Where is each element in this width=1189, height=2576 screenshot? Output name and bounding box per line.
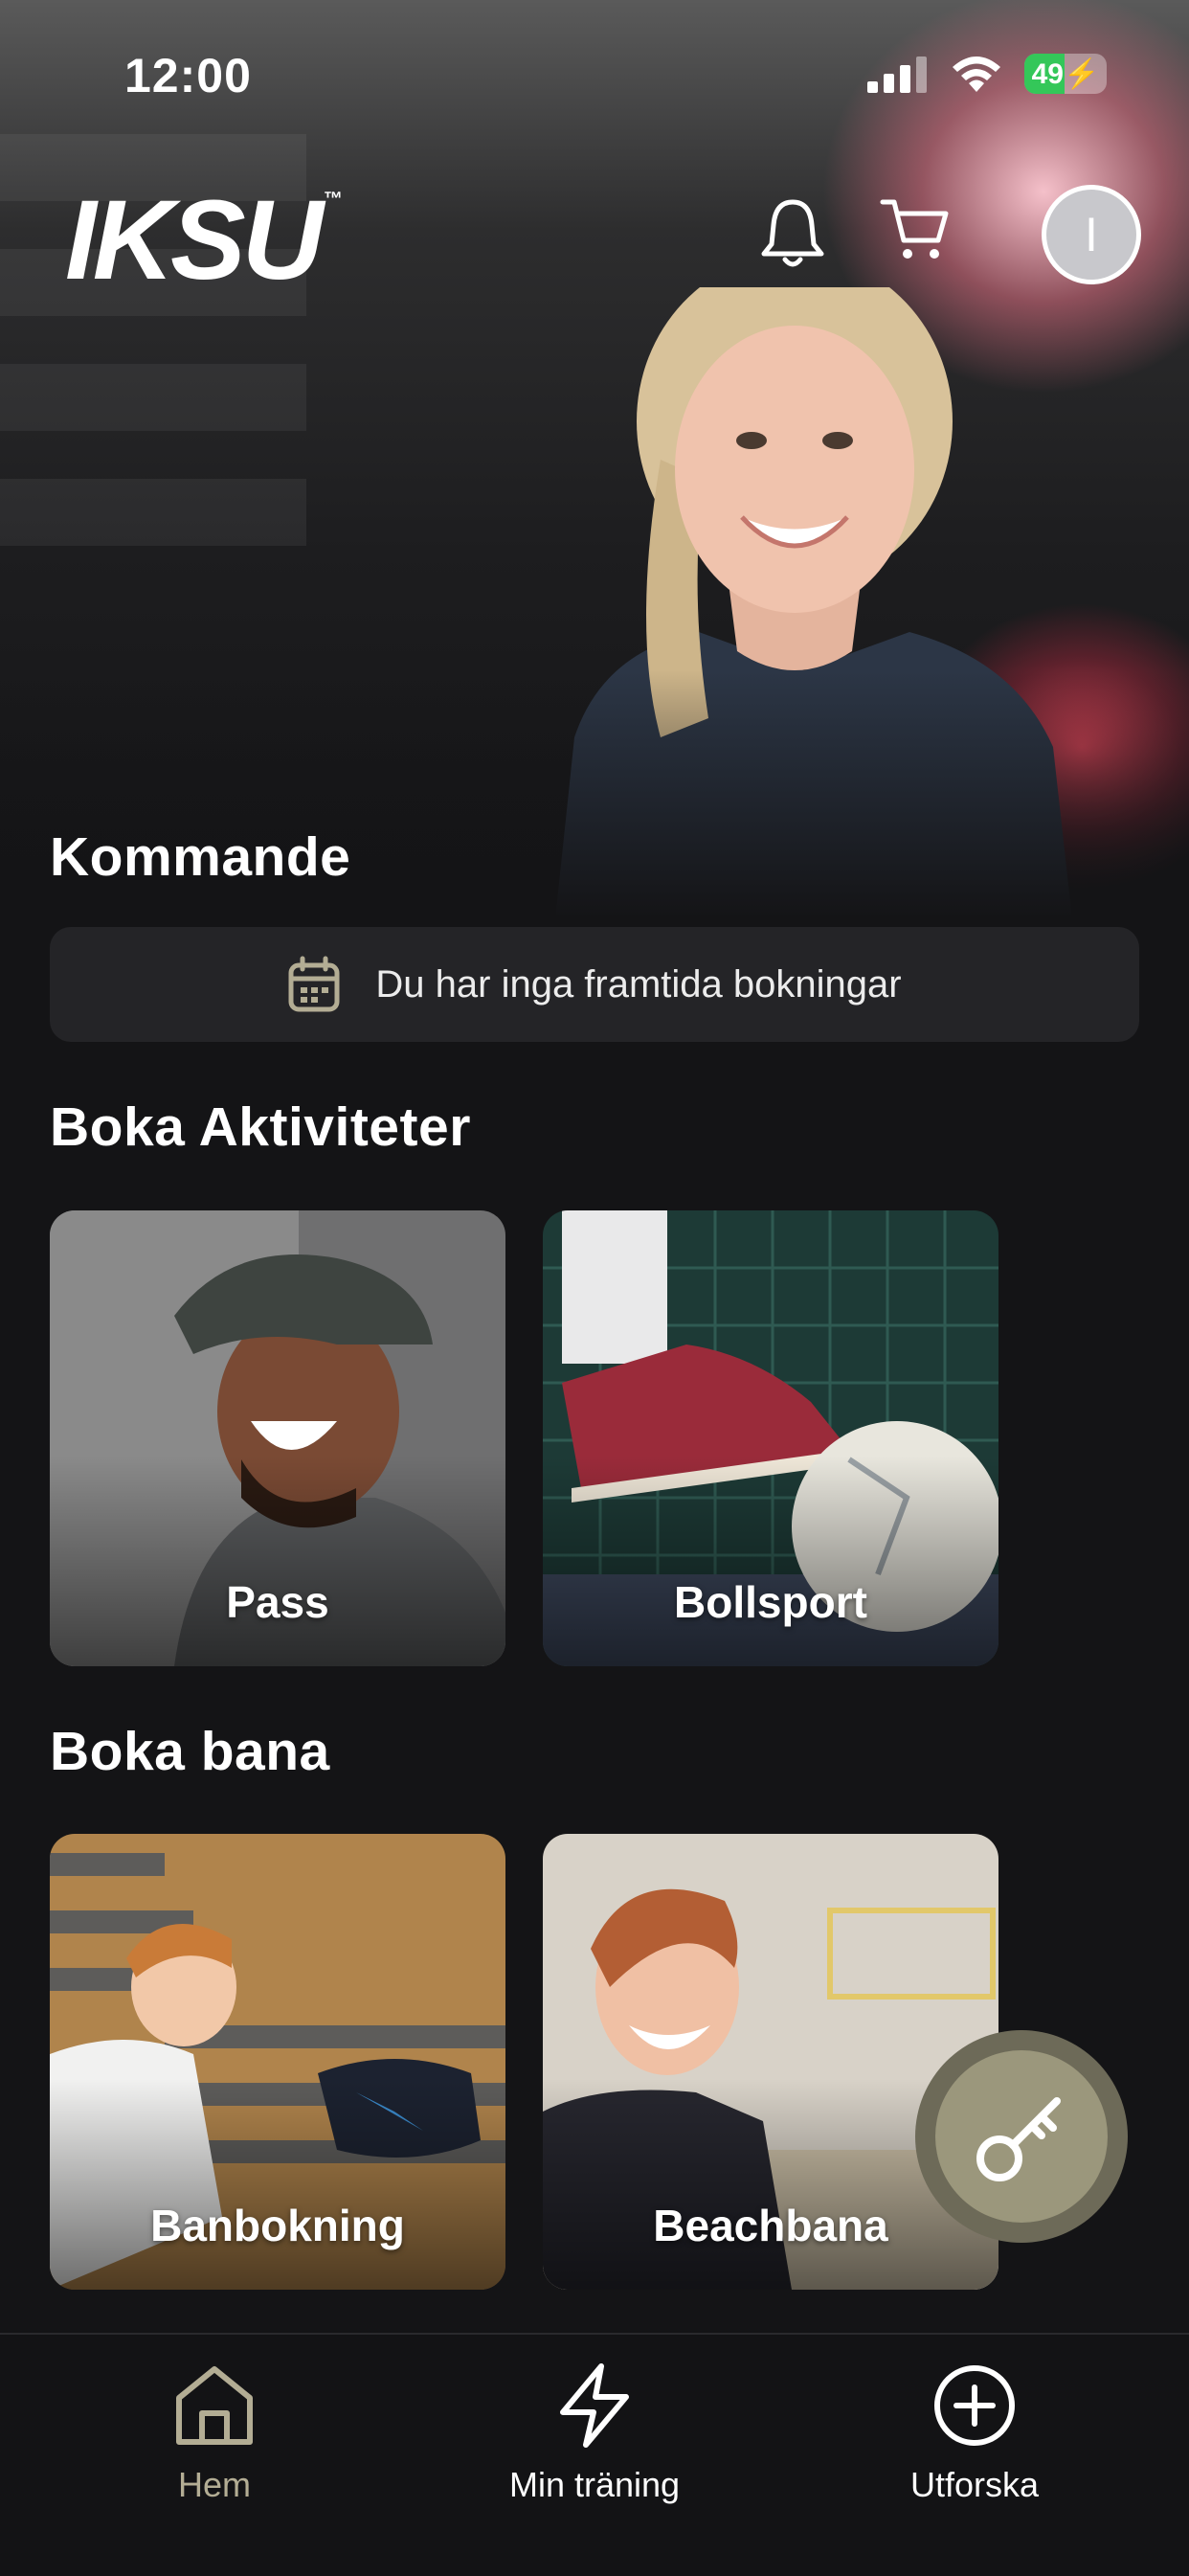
tab-min-traning[interactable]: Min träning <box>451 2358 738 2505</box>
avatar-initial: I <box>1085 208 1098 261</box>
tab-label: Utforska <box>909 2465 1040 2504</box>
courts-title: Boka bana <box>50 1721 330 1782</box>
no-bookings-card: Du har inga framtida bokningar <box>50 927 1139 1042</box>
battery-level: 49 <box>1031 57 1064 90</box>
tile-label: Beachbana <box>653 2201 888 2250</box>
key-icon <box>976 2097 1061 2181</box>
activity-tile-pass[interactable]: Pass <box>50 1210 505 1666</box>
logo-trademark: ™ <box>323 189 343 210</box>
upcoming-title: Kommande <box>50 826 351 888</box>
cart-icon[interactable] <box>879 196 952 265</box>
profile-avatar[interactable]: I <box>1042 185 1141 284</box>
tab-label: Hem <box>177 2465 251 2504</box>
status-bar: 12:00 49⚡ <box>0 0 1189 153</box>
no-bookings-text: Du har inga framtida bokningar <box>375 962 902 1006</box>
plus-circle-icon <box>934 2365 1015 2446</box>
home-icon <box>176 2366 253 2445</box>
tab-utforska[interactable]: Utforska <box>831 2358 1118 2505</box>
status-time: 12:00 <box>124 49 252 102</box>
tile-label: Pass <box>226 1577 329 1627</box>
activity-tile-bollsport[interactable]: Bollsport <box>543 1210 998 1666</box>
tile-label: Banbokning <box>150 2201 405 2250</box>
court-tile-beachbana[interactable]: Beachbana <box>543 1834 998 2290</box>
calendar-icon <box>288 956 340 1012</box>
iksu-logo: IKSU ™ <box>65 184 343 297</box>
tab-label: Min träning <box>508 2465 681 2504</box>
tab-hem[interactable]: Hem <box>71 2358 358 2505</box>
activities-title: Boka Aktiviteter <box>50 1096 471 1158</box>
key-access-button[interactable] <box>915 2030 1128 2243</box>
court-tile-banbokning[interactable]: Banbokning <box>50 1834 505 2290</box>
lightning-icon <box>560 2363 629 2448</box>
bell-icon[interactable] <box>758 196 827 269</box>
battery-charging-icon: 49⚡ <box>1024 54 1107 94</box>
cellular-signal-icon <box>867 56 927 93</box>
wifi-icon <box>953 56 1000 92</box>
logo-text: IKSU <box>65 177 324 304</box>
tile-label: Bollsport <box>674 1577 867 1627</box>
tab-bar: Hem Min träning Utforska <box>0 2333 1189 2576</box>
